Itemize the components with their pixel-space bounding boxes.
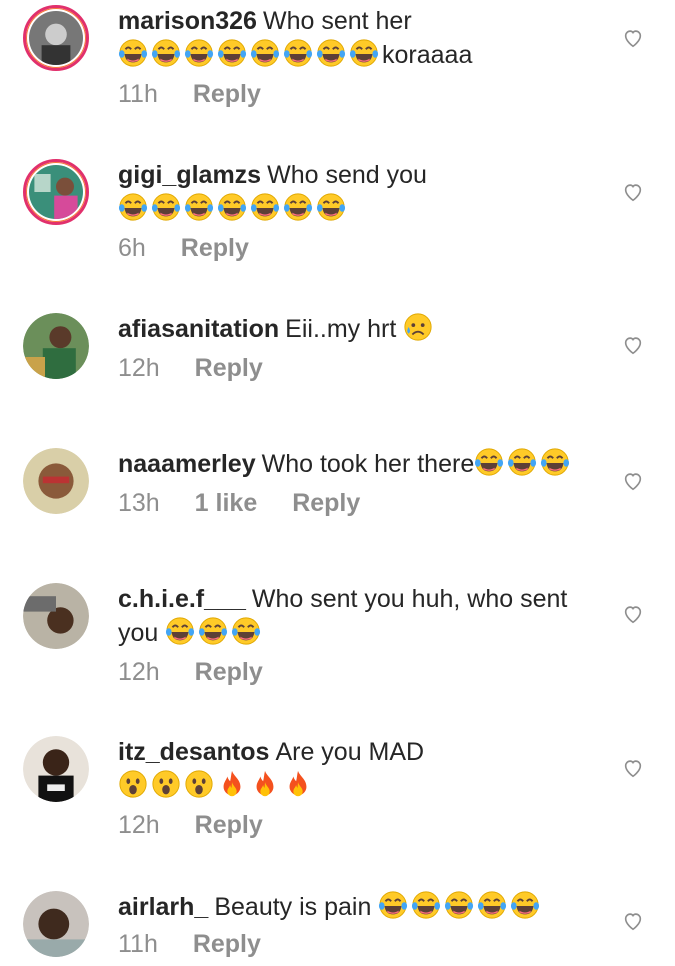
emoji-row (118, 770, 316, 800)
laugh-cry-icon (379, 891, 408, 919)
laugh-cry-icon (118, 193, 148, 221)
comment-text-line2: koraaaa (382, 41, 473, 69)
laugh-cry-icon (445, 891, 474, 919)
comment-meta: 12h Reply (118, 354, 291, 383)
comment-meta: 11h Reply (118, 80, 289, 109)
comment-time: 12h (118, 658, 160, 686)
laugh-cry-icon (232, 617, 261, 645)
laugh-cry-icon (478, 891, 507, 919)
avatar[interactable] (23, 313, 89, 379)
comment-username[interactable]: airlarh_ (118, 893, 208, 921)
surprised-icon (152, 770, 180, 798)
laugh-cry-icon (166, 617, 195, 645)
laugh-cry-icon (541, 448, 570, 476)
comment-text-line2: you (118, 619, 159, 647)
fire-icon (289, 770, 307, 797)
surprised-icon (119, 770, 147, 798)
emoji-row (474, 448, 573, 478)
reply-button[interactable]: Reply (195, 811, 263, 840)
reply-button[interactable]: Reply (193, 80, 261, 109)
laugh-cry-icon (475, 448, 504, 476)
comment-text: Who took her there (261, 450, 475, 478)
comment-username[interactable]: c.h.i.e.f___ (118, 585, 246, 613)
comment-text: Who sent her (262, 7, 412, 35)
comment-username[interactable]: itz_desantos (118, 738, 269, 766)
comment-body: afiasanitation Eii..my hrt (118, 312, 588, 346)
comment-time: 12h (118, 354, 160, 382)
reply-button[interactable]: Reply (181, 234, 249, 263)
comment-username[interactable]: marison326 (118, 7, 257, 35)
comment-time: 11h (118, 930, 158, 958)
laugh-cry-icon (316, 193, 346, 221)
laugh-cry-icon (217, 193, 247, 221)
laugh-cry-icon (151, 193, 181, 221)
avatar[interactable] (23, 583, 89, 649)
comment-text: Who sent you huh, who sent (251, 585, 568, 613)
comment-text: Beauty is pain (214, 893, 372, 921)
fire-icon (223, 770, 241, 797)
heart-icon[interactable] (622, 757, 644, 779)
comment-username[interactable]: afiasanitation (118, 315, 279, 343)
comment-username[interactable]: gigi_glamzs (118, 161, 261, 189)
laugh-cry-icon (250, 39, 280, 67)
comment-body: marison326 Who sent her koraaaa (118, 4, 588, 72)
emoji-row (118, 193, 349, 223)
comment-text: Are you MAD (275, 738, 425, 766)
laugh-cry-icon (511, 891, 540, 919)
laugh-cry-icon (184, 39, 214, 67)
laugh-cry-icon (184, 193, 214, 221)
comment-meta: 12h Reply (118, 811, 291, 840)
reply-button[interactable]: Reply (195, 354, 263, 383)
emoji-row (403, 313, 436, 343)
emoji-row (118, 39, 382, 69)
comment-meta: 12h Reply (118, 658, 291, 687)
comment-time: 6h (118, 234, 146, 262)
laugh-cry-icon (412, 891, 441, 919)
emoji-row (378, 891, 543, 921)
heart-icon[interactable] (622, 603, 644, 625)
laugh-cry-icon (349, 39, 379, 67)
comment-body: c.h.i.e.f___ Who sent you huh, who sent y… (118, 582, 588, 650)
laugh-cry-icon (508, 448, 537, 476)
comment-body: gigi_glamzs Who send you (118, 158, 588, 226)
sad-sweat-icon (404, 313, 432, 341)
comment-time: 12h (118, 811, 160, 839)
comment-body: naaamerley Who took her there (118, 447, 588, 481)
avatar[interactable] (23, 736, 89, 802)
avatar[interactable] (23, 448, 89, 514)
comment-time: 13h (118, 489, 160, 517)
heart-icon[interactable] (622, 334, 644, 356)
reply-button[interactable]: Reply (193, 930, 261, 959)
comment-username[interactable]: naaamerley (118, 450, 256, 478)
laugh-cry-icon (217, 39, 247, 67)
avatar[interactable] (23, 891, 89, 957)
fire-icon (256, 770, 274, 797)
comment-time: 11h (118, 80, 158, 108)
reply-button[interactable]: Reply (292, 489, 360, 518)
comment-meta: 6h Reply (118, 234, 277, 263)
comment-body: airlarh_ Beauty is pain (118, 890, 588, 924)
laugh-cry-icon (283, 193, 313, 221)
heart-icon[interactable] (622, 470, 644, 492)
avatar[interactable] (23, 5, 89, 71)
comment-body: itz_desantos Are you MAD (118, 735, 588, 803)
heart-icon[interactable] (622, 27, 644, 49)
comment-meta: 13h 1 like Reply (118, 489, 388, 518)
laugh-cry-icon (283, 39, 313, 67)
laugh-cry-icon (316, 39, 346, 67)
laugh-cry-icon (118, 39, 148, 67)
surprised-icon (185, 770, 213, 798)
emoji-row (165, 617, 264, 647)
comment-text: Eii..my hrt (285, 315, 397, 343)
avatar[interactable] (23, 159, 89, 225)
laugh-cry-icon (151, 39, 181, 67)
likes-count[interactable]: 1 like (195, 489, 258, 518)
heart-icon[interactable] (622, 910, 644, 932)
comment-text: Who send you (267, 161, 427, 189)
laugh-cry-icon (199, 617, 228, 645)
comment-meta: 11h Reply (118, 930, 289, 959)
reply-button[interactable]: Reply (195, 658, 263, 687)
laugh-cry-icon (250, 193, 280, 221)
heart-icon[interactable] (622, 181, 644, 203)
